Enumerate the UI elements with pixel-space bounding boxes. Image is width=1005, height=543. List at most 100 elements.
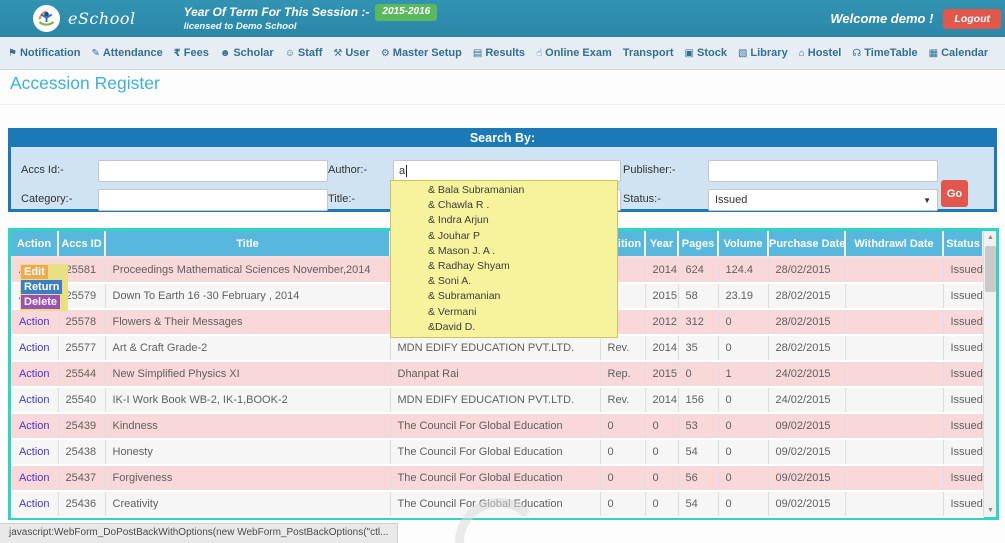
scroll-up-icon[interactable]: ▲ bbox=[984, 231, 997, 244]
cell-pages: 54 bbox=[678, 491, 718, 517]
user-icon: ☺ bbox=[285, 48, 295, 59]
nav-item-hostel[interactable]: ⌂Hostel bbox=[799, 47, 842, 59]
publisher-input[interactable] bbox=[708, 160, 938, 182]
cell-publisher: The Council For Global Education bbox=[390, 413, 600, 439]
delete-menu-item[interactable]: Delete bbox=[21, 295, 60, 309]
nav-item-label: Stock bbox=[697, 47, 727, 59]
autocomplete-item[interactable]: & Jouhar P bbox=[391, 229, 617, 244]
cell-purchase-date: 28/02/2015 bbox=[768, 309, 845, 335]
action-link[interactable]: Action bbox=[19, 498, 50, 510]
autocomplete-item[interactable]: &David D. bbox=[391, 320, 617, 335]
nav-item-notification[interactable]: ⚑Notification bbox=[8, 47, 80, 59]
cell-status: Issued bbox=[943, 257, 983, 283]
action-link[interactable]: Action bbox=[19, 342, 50, 354]
cell-year: 0 bbox=[645, 413, 678, 439]
nav-item-timetable[interactable]: ☊TimeTable bbox=[852, 47, 917, 59]
cell-withdrawal-date bbox=[845, 257, 943, 283]
top-header: eSchool Year Of Term For This Session :-… bbox=[0, 0, 1005, 37]
go-button[interactable]: Go bbox=[941, 180, 968, 207]
cell-accs-id: 25578 bbox=[58, 309, 105, 335]
cell-pages: 54 bbox=[678, 439, 718, 465]
column-header: Year bbox=[645, 231, 678, 257]
scrollbar-thumb[interactable] bbox=[985, 246, 996, 292]
cell-pages: 58 bbox=[678, 283, 718, 309]
cell-withdrawal-date bbox=[845, 283, 943, 309]
cell-accs-id: 25439 bbox=[58, 413, 105, 439]
autocomplete-item[interactable]: & Mason J. A . bbox=[391, 244, 617, 259]
table-scrollbar[interactable]: ▲ ▼ bbox=[983, 231, 996, 517]
nav-item-scholar[interactable]: ☻Scholar bbox=[220, 47, 274, 59]
cell-status: Issued bbox=[943, 491, 983, 517]
cell-accs-id: 25544 bbox=[58, 361, 105, 387]
users-icon: ☻ bbox=[220, 48, 231, 59]
nav-item-staff[interactable]: ☺Staff bbox=[285, 47, 323, 59]
status-select[interactable]: Issued ▼ bbox=[708, 189, 938, 211]
return-menu-item[interactable]: Return bbox=[21, 280, 62, 294]
nav-item-online-exam[interactable]: ☝Online Exam bbox=[536, 47, 612, 59]
cell-edition: 0 bbox=[600, 439, 645, 465]
cell-title: Forgiveness bbox=[105, 465, 390, 491]
accs-id-input[interactable] bbox=[98, 160, 328, 182]
cell-accs-id: 25540 bbox=[58, 387, 105, 413]
folder-icon: ▣ bbox=[685, 48, 694, 59]
cell-edition: 0 bbox=[600, 491, 645, 517]
table-row: Action 25437ForgivenessThe Council For Gl… bbox=[11, 465, 983, 491]
nav-item-fees[interactable]: ₹Fees bbox=[174, 47, 209, 59]
action-link[interactable]: Action bbox=[19, 420, 50, 432]
nav-item-results[interactable]: ▤Results bbox=[473, 47, 525, 59]
cell-status: Issued bbox=[943, 335, 983, 361]
column-header: Withdrawl Date bbox=[845, 231, 943, 257]
clipboard-icon: ✎ bbox=[91, 48, 99, 59]
nav-item-stock[interactable]: ▣Stock bbox=[685, 47, 727, 59]
cell-accs-id: 25437 bbox=[58, 465, 105, 491]
action-link[interactable]: Action bbox=[19, 394, 50, 406]
cell-year: 2015 bbox=[645, 283, 678, 309]
action-link[interactable]: Action bbox=[19, 316, 50, 328]
author-input[interactable]: a bbox=[393, 160, 621, 182]
cell-year: 2014 bbox=[645, 257, 678, 283]
edit-menu-item[interactable]: Edit bbox=[21, 265, 48, 279]
autocomplete-item[interactable]: & Indra Arjun bbox=[391, 213, 617, 228]
cell-accs-id: 25436 bbox=[58, 491, 105, 517]
nav-item-master-setup[interactable]: ⚙Master Setup bbox=[381, 47, 462, 59]
autocomplete-item[interactable]: & Soni A. bbox=[391, 274, 617, 289]
cell-withdrawal-date bbox=[845, 491, 943, 517]
author-input-value: a bbox=[399, 165, 405, 177]
autocomplete-item[interactable]: & Bala Subramanian bbox=[391, 183, 617, 198]
nav-item-user[interactable]: ⚒User bbox=[333, 47, 369, 59]
action-link[interactable]: Action bbox=[19, 368, 50, 380]
action-link[interactable]: Action bbox=[19, 472, 50, 484]
licensed-text: licensed to Demo School bbox=[184, 21, 438, 33]
nav-item-transport[interactable]: Transport bbox=[623, 47, 674, 59]
page-title: Accession Register bbox=[10, 73, 160, 94]
cell-publisher: The Council For Global Education bbox=[390, 465, 600, 491]
autocomplete-item[interactable]: & Subramanian bbox=[391, 289, 617, 304]
autocomplete-item[interactable]: & Chawla R . bbox=[391, 198, 617, 213]
autocomplete-item[interactable]: & Vermani bbox=[391, 305, 617, 320]
action-link[interactable]: Action bbox=[19, 446, 50, 458]
cell-title: Kindness bbox=[105, 413, 390, 439]
logout-button[interactable]: Logout bbox=[943, 9, 1001, 29]
status-select-value: Issued bbox=[715, 194, 747, 206]
cell-action: Action bbox=[11, 361, 58, 387]
cell-action: Action bbox=[11, 309, 58, 335]
cell-purchase-date: 28/02/2015 bbox=[768, 283, 845, 309]
autocomplete-item[interactable]: & Radhay Shyam bbox=[391, 259, 617, 274]
session-badge: 2015-2016 bbox=[375, 4, 437, 21]
cell-edition: Rev. bbox=[600, 387, 645, 413]
cell-purchase-date: 28/02/2015 bbox=[768, 335, 845, 361]
cell-status: Issued bbox=[943, 465, 983, 491]
cell-title: Honesty bbox=[105, 439, 390, 465]
scroll-down-icon[interactable]: ▼ bbox=[984, 504, 997, 517]
wrench-icon: ⚒ bbox=[333, 48, 342, 59]
accs-id-label: Accs Id:- bbox=[21, 164, 64, 176]
nav-item-calendar[interactable]: ▦Calendar bbox=[929, 47, 989, 59]
nav-item-attendance[interactable]: ✎Attendance bbox=[91, 47, 162, 59]
category-input[interactable] bbox=[98, 189, 328, 211]
cell-accs-id: 25438 bbox=[58, 439, 105, 465]
cell-pages: 624 bbox=[678, 257, 718, 283]
nav-item-library[interactable]: ▧Library bbox=[738, 47, 788, 59]
cell-withdrawal-date bbox=[845, 387, 943, 413]
cell-volume: 0 bbox=[718, 465, 768, 491]
publisher-label: Publisher:- bbox=[623, 164, 676, 176]
